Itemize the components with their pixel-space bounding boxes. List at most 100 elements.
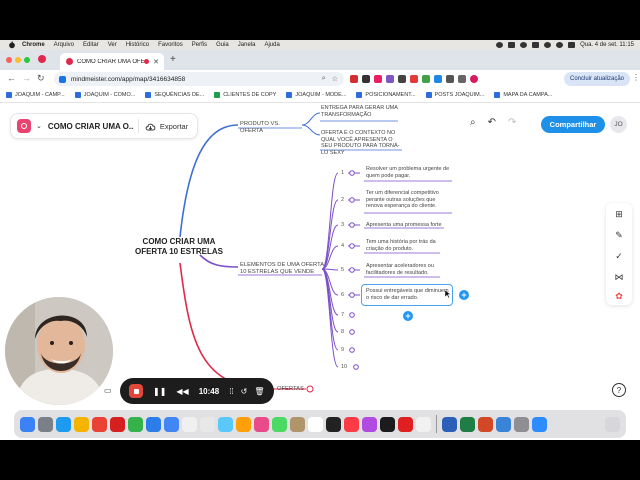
dock-app-icon[interactable] — [272, 416, 287, 432]
add-child-button[interactable]: + — [403, 311, 413, 321]
node-dot[interactable] — [349, 267, 355, 273]
menu-item-historico[interactable]: Histórico — [126, 42, 149, 48]
dock-app-icon[interactable] — [398, 416, 413, 432]
status-icon[interactable] — [508, 42, 516, 48]
node-dot[interactable] — [349, 243, 355, 249]
trash-icon[interactable]: 🗑 — [254, 387, 264, 396]
bookmark-item[interactable]: SEQUÊNCIAS DE... — [145, 92, 204, 98]
menu-bar-clock[interactable]: Qua. 4 de set. 11:15 — [580, 42, 634, 48]
new-tab-button[interactable]: + — [170, 54, 176, 65]
download-icon[interactable] — [458, 75, 466, 83]
element-topic-5[interactable]: Apresentar aceleradores ou facilitadores… — [366, 263, 442, 276]
element-topic-1[interactable]: Resolver um problema urgente de quem pod… — [366, 166, 454, 179]
topic-produto-vs-oferta[interactable]: PRODUTO VS. OFERTA — [240, 121, 304, 134]
site-info-icon[interactable] — [59, 75, 66, 83]
dock-app-icon[interactable] — [460, 416, 475, 432]
dock-app-icon[interactable] — [200, 416, 215, 432]
export-button[interactable]: Exportar — [145, 122, 188, 131]
extension-icon[interactable] — [422, 75, 430, 83]
extensions-puzzle-icon[interactable] — [446, 75, 454, 83]
icons-palette-icon[interactable]: ✿ — [614, 291, 624, 301]
menu-item-favoritos[interactable]: Favoritos — [158, 42, 183, 48]
node-dot[interactable] — [349, 197, 355, 203]
dock-app-icon[interactable] — [254, 416, 269, 432]
dock-app-icon[interactable] — [478, 416, 493, 432]
bookmark-item[interactable]: MAPA DA CAMPA... — [494, 92, 552, 98]
mindmeister-logo-icon[interactable] — [17, 119, 31, 133]
layout-icon[interactable]: ⊞ — [614, 209, 624, 219]
pinned-tab-icon[interactable] — [38, 55, 46, 63]
dock-app-icon[interactable] — [362, 416, 377, 432]
wifi-icon[interactable] — [544, 42, 552, 48]
node-dot[interactable] — [349, 347, 355, 353]
dock-app-icon[interactable] — [128, 416, 143, 432]
dock-app-icon[interactable] — [442, 416, 457, 432]
dock-app-icon[interactable] — [56, 416, 71, 432]
dock-app-icon[interactable] — [344, 416, 359, 432]
close-tab-icon[interactable]: ✕ — [153, 58, 159, 66]
battery-icon[interactable] — [532, 42, 540, 48]
extension-icon[interactable] — [362, 75, 370, 83]
dock-app-icon[interactable] — [236, 416, 251, 432]
dock-app-icon[interactable] — [380, 416, 395, 432]
menu-item-janela[interactable]: Janela — [238, 42, 256, 48]
control-center-icon[interactable] — [568, 42, 576, 48]
element-topic-6[interactable]: Possui entregáveis que diminuem o risco … — [366, 288, 450, 301]
task-check-icon[interactable]: ✓ — [614, 251, 624, 261]
element-topic-4[interactable]: Tem uma história por trás da criação do … — [366, 239, 442, 252]
forward-arrow-icon[interactable]: → — [22, 73, 31, 83]
webcam-bubble[interactable] — [5, 297, 113, 405]
node-dot[interactable] — [349, 170, 355, 176]
minimize-window-button[interactable] — [15, 57, 21, 63]
dock-app-icon[interactable] — [218, 416, 233, 432]
root-topic[interactable]: COMO CRIAR UMA OFERTA 10 ESTRELAS — [134, 237, 224, 257]
help-button[interactable]: ? — [612, 383, 626, 397]
redo-icon[interactable]: ↷ — [508, 117, 516, 128]
extension-icon[interactable] — [410, 75, 418, 83]
restart-icon[interactable]: ↺ — [241, 387, 248, 396]
bookmark-item[interactable]: CLIENTES DE COPY — [214, 92, 276, 98]
add-sibling-button[interactable]: + — [459, 290, 469, 300]
dock-app-icon[interactable] — [38, 416, 53, 432]
style-brush-icon[interactable]: ✎ — [614, 230, 624, 240]
extension-icon[interactable] — [398, 75, 406, 83]
dock-app-icon[interactable] — [326, 416, 341, 432]
bookmark-item[interactable]: POSICIONAMENT... — [356, 92, 416, 98]
menu-app-name[interactable]: Chrome — [22, 42, 45, 48]
rewind-icon[interactable]: ◀◀ — [176, 387, 188, 396]
structure-icon[interactable]: ⋈ — [614, 272, 624, 282]
share-button[interactable]: Compartilhar — [541, 116, 605, 133]
node-dot[interactable] — [349, 312, 355, 318]
extension-icon[interactable] — [374, 75, 382, 83]
apple-icon[interactable] — [8, 41, 16, 49]
node-dot[interactable] — [353, 364, 359, 370]
dock-app-icon[interactable] — [74, 416, 89, 432]
update-chrome-button[interactable]: Concluir atualização — [564, 72, 630, 86]
pause-icon[interactable]: ❚❚ — [153, 387, 166, 396]
topic-entrega[interactable]: ENTREGA PARA GERAR UMA TRANSFORMAÇÃO — [321, 105, 401, 118]
extension-icon[interactable] — [386, 75, 394, 83]
camera-icon[interactable]: ▭ — [104, 386, 114, 395]
node-dot[interactable] — [349, 329, 355, 335]
dock-app-icon[interactable] — [532, 416, 547, 432]
dock-app-icon[interactable] — [110, 416, 125, 432]
trash-icon[interactable] — [605, 416, 620, 432]
chrome-menu-icon[interactable]: ⋮ — [632, 73, 640, 82]
dock-app-icon[interactable] — [290, 416, 305, 432]
topic-ofertas[interactable]: OFERTAS — [277, 386, 307, 393]
undo-icon[interactable]: ↶ — [488, 117, 496, 128]
topic-oferta-contexto[interactable]: OFERTA É O CONTEXTO NO QUAL VOCÊ APRESEN… — [321, 130, 403, 156]
address-bar[interactable]: mindmeister.com/app/map/3416634858 ⌕ ☆ — [54, 72, 344, 86]
menu-item-editar[interactable]: Editar — [83, 42, 99, 48]
menu-item-ajuda[interactable]: Ajuda — [264, 42, 279, 48]
dock-app-icon[interactable] — [164, 416, 179, 432]
tab-mindmeister[interactable]: COMO CRIAR UMA OFER ✕ — [60, 53, 164, 70]
element-topic-3[interactable]: Apresenta uma promessa forte — [366, 222, 456, 229]
dock-app-icon[interactable] — [92, 416, 107, 432]
bookmark-item[interactable]: JOAQUIM - MODE... — [286, 92, 346, 98]
close-window-button[interactable] — [6, 57, 12, 63]
dock-app-icon[interactable] — [416, 416, 431, 432]
stop-recording-button[interactable] — [129, 384, 143, 398]
menu-item-guia[interactable]: Guia — [216, 42, 229, 48]
menu-item-ver[interactable]: Ver — [108, 42, 117, 48]
